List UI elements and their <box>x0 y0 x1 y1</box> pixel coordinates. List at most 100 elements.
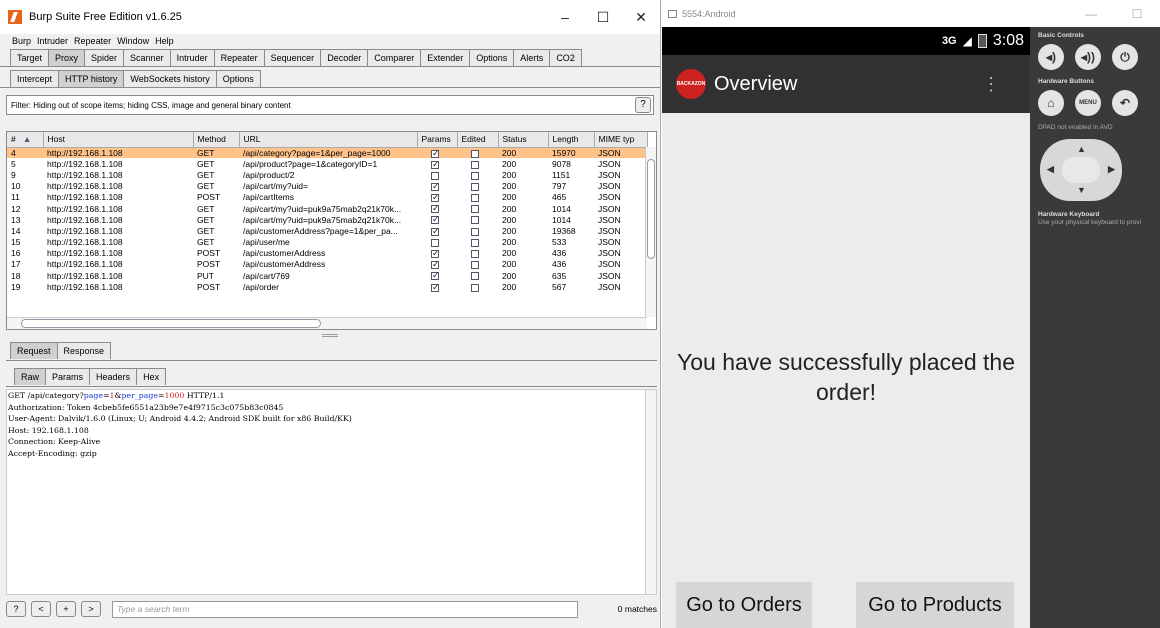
filter-bar[interactable]: Filter: Hiding out of scope items; hidin… <box>6 95 654 115</box>
edited-checkbox <box>471 194 479 203</box>
minimize-button[interactable]: – <box>546 9 584 26</box>
editor-scrollbar[interactable] <box>645 390 656 594</box>
table-vertical-scrollbar[interactable] <box>645 147 656 317</box>
params-checkbox <box>431 171 439 180</box>
col-mime[interactable]: MIME typ <box>594 132 648 148</box>
table-hscroll-thumb[interactable] <box>21 319 321 328</box>
table-scroll-thumb[interactable] <box>647 159 655 259</box>
table-row[interactable]: 13 http://192.168.1.108 GET/api/cart/my?ui… <box>7 214 647 225</box>
row-url: /api/cart/my?uid=puk9a75mab2q21k70k... <box>243 214 402 225</box>
menu-intruder[interactable]: Intruder <box>37 36 68 46</box>
row-params <box>417 214 457 225</box>
row-params <box>417 225 457 237</box>
table-horizontal-scrollbar[interactable] <box>7 317 647 329</box>
row-num: 10 <box>11 181 21 192</box>
table-row[interactable]: 11 http://192.168.1.108 POST/api/cartItems… <box>7 192 647 203</box>
close-button[interactable]: ✕ <box>622 9 660 26</box>
phone-screen[interactable]: 3G ◢ 3:08 BACKAZON Overview ⋮ You have s… <box>662 27 1030 628</box>
row-status: 200 <box>502 248 517 259</box>
edited-checkbox <box>471 205 479 214</box>
raw-request-editor[interactable]: GET /api/category?page=1&per_page=1000 H… <box>6 389 657 595</box>
http-history-table[interactable]: # ▲ Host Method URL Params Edited Status… <box>6 131 657 330</box>
menu-repeater[interactable]: Repeater <box>74 36 111 46</box>
row-host: http://192.168.1.108 <box>43 147 193 159</box>
rr-tab-response[interactable]: Response <box>56 342 112 359</box>
row-host: http://192.168.1.108 <box>47 225 123 236</box>
proxy-tab-websockets-history[interactable]: WebSockets history <box>123 70 217 87</box>
split-pane-divider[interactable] <box>322 334 338 337</box>
search-next-button[interactable]: > <box>81 601 101 617</box>
emulator-maximize-button[interactable]: ☐ <box>1114 7 1160 21</box>
tab-co2[interactable]: CO2 <box>549 49 582 66</box>
maximize-button[interactable]: ☐ <box>584 9 622 26</box>
search-input[interactable]: Type a search term <box>112 600 578 618</box>
app-logo[interactable]: BACKAZON <box>676 69 706 99</box>
proxy-tab-intercept[interactable]: Intercept <box>10 70 60 87</box>
rr-tab-request[interactable]: Request <box>10 342 58 359</box>
table-row[interactable]: 10 http://192.168.1.108 GET/api/cart/my?ui… <box>7 181 647 192</box>
view-tab-headers[interactable]: Headers <box>89 368 138 385</box>
row-url: /api/product?page=1&categoryID=1 <box>243 158 378 169</box>
table-row[interactable]: 4 http://192.168.1.108 GET/api/category?pa… <box>7 147 647 159</box>
edited-checkbox <box>471 160 479 169</box>
col-num[interactable]: # ▲ <box>7 132 44 148</box>
overflow-menu-icon[interactable]: ⋮ <box>982 75 1000 93</box>
search-help-button[interactable]: ? <box>6 601 26 617</box>
tab-spider[interactable]: Spider <box>84 49 125 66</box>
search-prev-button[interactable]: < <box>31 601 51 617</box>
tab-proxy[interactable]: Proxy <box>48 49 86 66</box>
tab-comparer[interactable]: Comparer <box>367 49 422 66</box>
home-icon[interactable]: ⌂ <box>1038 90 1064 116</box>
menu-help[interactable]: Help <box>155 36 174 46</box>
table-row[interactable]: 18 http://192.168.1.108 PUT/api/cart/769 20… <box>7 270 647 281</box>
col-url[interactable]: URL <box>239 132 418 148</box>
col-method[interactable]: Method <box>193 132 240 148</box>
search-options-button[interactable]: + <box>56 601 76 617</box>
view-tab-params[interactable]: Params <box>45 368 91 385</box>
tab-scanner[interactable]: Scanner <box>123 49 171 66</box>
row-mime: JSON <box>598 259 621 270</box>
proxy-tab-options[interactable]: Options <box>215 70 261 87</box>
table-row[interactable]: 17 http://192.168.1.108 POST/api/customerA… <box>7 259 647 270</box>
row-mime: JSON <box>598 214 621 225</box>
tab-intruder[interactable]: Intruder <box>169 49 215 66</box>
menu-window[interactable]: Window <box>117 36 149 46</box>
table-row[interactable]: 14 http://192.168.1.108 GET/api/customerAd… <box>7 225 647 237</box>
proxy-tab-http-history[interactable]: HTTP history <box>58 70 125 87</box>
menu-button[interactable]: MENU <box>1075 90 1101 116</box>
col-host[interactable]: Host <box>43 132 194 148</box>
tab-repeater[interactable]: Repeater <box>213 49 265 66</box>
go-to-products-button[interactable]: Go to Products <box>856 582 1014 628</box>
tab-target[interactable]: Target <box>10 49 50 66</box>
tab-options[interactable]: Options <box>469 49 515 66</box>
table-row[interactable]: 9 http://192.168.1.108 GET/api/product/2 20… <box>7 169 647 180</box>
table-row[interactable]: 16 http://192.168.1.108 POST/api/customerA… <box>7 248 647 259</box>
tab-extender[interactable]: Extender <box>420 49 471 66</box>
tab-sequencer[interactable]: Sequencer <box>263 49 322 66</box>
row-mime: JSON <box>598 158 621 169</box>
row-mime: JSON <box>594 147 647 159</box>
volume-down-icon[interactable]: ◂) <box>1038 44 1064 70</box>
back-icon[interactable]: ↶ <box>1112 90 1138 116</box>
power-icon[interactable]: ⏻ <box>1112 44 1138 70</box>
tab-decoder[interactable]: Decoder <box>320 49 369 66</box>
col-edited[interactable]: Edited <box>457 132 499 148</box>
view-tab-raw[interactable]: Raw <box>14 368 47 385</box>
table-row[interactable]: 12 http://192.168.1.108 GET/api/cart/my?ui… <box>7 203 647 214</box>
col-status[interactable]: Status <box>498 132 549 148</box>
go-to-orders-button[interactable]: Go to Orders <box>676 582 812 628</box>
menu-burp[interactable]: Burp <box>12 36 31 46</box>
emulator-minimize-button[interactable]: — <box>1068 7 1114 21</box>
col-length[interactable]: Length <box>548 132 595 148</box>
volume-up-icon[interactable]: ◂)) <box>1075 44 1101 70</box>
filter-help-button[interactable]: ? <box>635 97 651 113</box>
table-row[interactable]: 15 http://192.168.1.108 GET/api/user/me 200… <box>7 237 647 248</box>
table-row[interactable]: 19 http://192.168.1.108 POST/api/order 200 5… <box>7 281 647 293</box>
emulator-controls-panel: Basic Controls ◂) ◂)) ⏻ Hardware Buttons… <box>1030 27 1160 628</box>
tab-alerts[interactable]: Alerts <box>513 49 551 66</box>
row-status: 200 <box>502 158 517 169</box>
table-row[interactable]: 5 http://192.168.1.108 GET/api/product?pag… <box>7 158 647 170</box>
col-params[interactable]: Params <box>417 132 458 148</box>
row-host: http://192.168.1.108 <box>47 192 123 203</box>
view-tab-hex[interactable]: Hex <box>136 368 167 385</box>
